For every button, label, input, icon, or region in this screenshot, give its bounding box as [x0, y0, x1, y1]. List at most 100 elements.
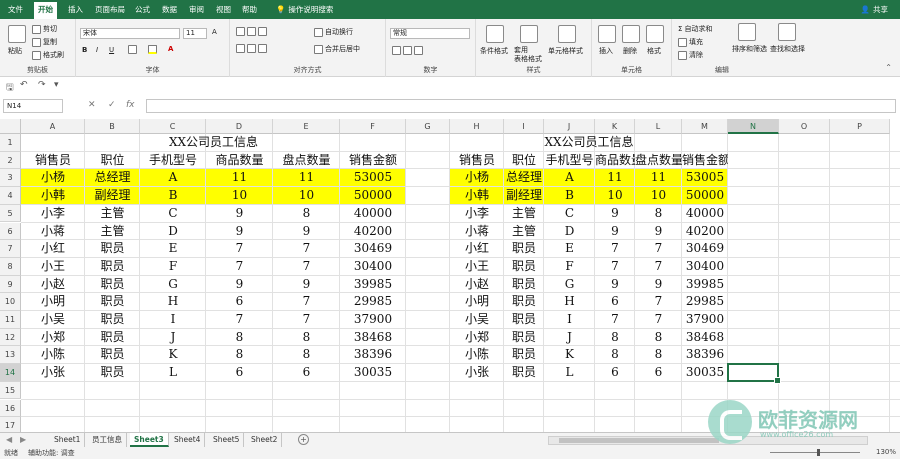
align-top-icon[interactable]	[236, 27, 267, 36]
currency-icon[interactable]	[392, 46, 423, 55]
column-title[interactable]: 销售员	[21, 152, 85, 170]
selected-cell[interactable]	[727, 363, 781, 384]
table-cell[interactable]: 9	[206, 205, 273, 223]
sheet-tab[interactable]: Sheet5	[209, 433, 245, 447]
table-cell[interactable]: 小红	[450, 240, 504, 258]
table-cell[interactable]: 9	[273, 223, 340, 241]
table-cell[interactable]: 主管	[85, 223, 140, 241]
column-header[interactable]: M	[682, 119, 728, 134]
table-cell[interactable]: 8	[595, 346, 635, 364]
table-cell[interactable]: 9	[595, 205, 635, 223]
save-icon[interactable]: 🖫	[6, 80, 14, 96]
table-cell[interactable]: 主管	[85, 205, 140, 223]
row-header[interactable]: 10	[0, 293, 21, 311]
insert-function-icon[interactable]: fx	[126, 100, 135, 110]
table-cell[interactable]: 主管	[504, 223, 544, 241]
table-cell[interactable]: 7	[273, 240, 340, 258]
table-cell[interactable]: 40200	[682, 223, 728, 241]
tab-review[interactable]: 审阅	[189, 4, 204, 15]
table-cell[interactable]: 小明	[21, 293, 85, 311]
table-cell[interactable]: D	[544, 223, 595, 241]
undo-icon[interactable]: ↶	[20, 80, 28, 90]
table-cell[interactable]: C	[140, 205, 206, 223]
column-title[interactable]: 职位	[504, 152, 544, 170]
table-cell[interactable]: 53005	[682, 169, 728, 187]
format-cells-icon[interactable]	[646, 25, 664, 43]
table-cell[interactable]: 38468	[682, 329, 728, 347]
tab-insert[interactable]: 插入	[68, 4, 83, 15]
row-header[interactable]: 11	[0, 311, 21, 329]
column-header[interactable]: I	[504, 119, 544, 134]
table-cell[interactable]: 职员	[85, 346, 140, 364]
table-cell[interactable]: D	[140, 223, 206, 241]
table-cell[interactable]: 38396	[340, 346, 406, 364]
table-cell[interactable]: 职员	[85, 364, 140, 382]
table-cell[interactable]: 6	[206, 293, 273, 311]
table-cell[interactable]: 小杨	[450, 169, 504, 187]
format-table-button[interactable]: 套用 表格格式	[514, 46, 542, 64]
table-cell[interactable]: 小韩	[450, 187, 504, 205]
sheet-tab[interactable]: Sheet1	[50, 433, 86, 447]
table-cell[interactable]: A	[140, 169, 206, 187]
table-cell[interactable]: 30035	[340, 364, 406, 382]
table-cell[interactable]: 9	[635, 276, 682, 294]
table-cell[interactable]: 7	[635, 293, 682, 311]
column-title[interactable]: 销售金额	[682, 152, 728, 170]
table-cell[interactable]: F	[544, 258, 595, 276]
table-cell[interactable]: 总经理	[504, 169, 544, 187]
table-cell[interactable]: 50000	[682, 187, 728, 205]
table-cell[interactable]: 职员	[504, 311, 544, 329]
table-cell[interactable]: 11	[273, 169, 340, 187]
clear-button[interactable]: 清除	[678, 50, 703, 60]
sheet-tab[interactable]: Sheet4	[170, 433, 206, 447]
table-cell[interactable]: 38396	[682, 346, 728, 364]
table-cell[interactable]: 40000	[682, 205, 728, 223]
row-header[interactable]: 1	[0, 134, 21, 152]
fill-button[interactable]: 填充	[678, 37, 703, 47]
fill-color-button[interactable]	[148, 45, 157, 54]
row-header[interactable]: 13	[0, 346, 21, 365]
column-header[interactable]: C	[140, 119, 206, 134]
table-cell[interactable]: 9	[635, 223, 682, 241]
column-header[interactable]: D	[206, 119, 273, 134]
table-cell[interactable]: 7	[206, 258, 273, 276]
row-header[interactable]: 4	[0, 187, 21, 205]
table-cell[interactable]: 小陈	[21, 346, 85, 364]
table-cell[interactable]: 副经理	[85, 187, 140, 205]
paste-button[interactable]: 粘贴	[8, 46, 22, 56]
row-header[interactable]: 12	[0, 328, 21, 347]
table-cell[interactable]: 9	[206, 223, 273, 241]
table-cell[interactable]: 7	[206, 240, 273, 258]
table-cell[interactable]: 10	[206, 187, 273, 205]
table-cell[interactable]: 10	[595, 187, 635, 205]
table-cell[interactable]: E	[140, 240, 206, 258]
font-size-select[interactable]: 11	[183, 28, 207, 39]
enter-icon[interactable]: ✓	[108, 100, 116, 110]
table-cell[interactable]: 7	[595, 311, 635, 329]
find-select-button[interactable]: 查找和选择	[770, 44, 805, 54]
table-cell[interactable]: 53005	[340, 169, 406, 187]
table-cell[interactable]: 小赵	[21, 276, 85, 294]
table-cell[interactable]: 职员	[85, 240, 140, 258]
table-cell[interactable]: 8	[273, 205, 340, 223]
table-title[interactable]: XX公司员工信息	[21, 134, 406, 152]
table-cell[interactable]: 29985	[340, 293, 406, 311]
delete-cells-button[interactable]: 删除	[623, 46, 637, 56]
table-cell[interactable]: 8	[206, 346, 273, 364]
table-cell[interactable]: 6	[595, 364, 635, 382]
column-title[interactable]: 商品数量	[595, 152, 635, 170]
sort-filter-button[interactable]: 排序和筛选	[732, 44, 767, 54]
column-title[interactable]: 盘点数量	[635, 152, 682, 170]
table-cell[interactable]: 8	[635, 205, 682, 223]
column-header[interactable]: H	[450, 119, 504, 134]
table-cell[interactable]: 40000	[340, 205, 406, 223]
delete-cells-icon[interactable]	[622, 25, 640, 43]
tab-data[interactable]: 数据	[162, 4, 177, 15]
table-cell[interactable]: 11	[635, 169, 682, 187]
scroll-thumb[interactable]	[559, 438, 719, 443]
table-cell[interactable]: 30469	[340, 240, 406, 258]
table-cell[interactable]: 9	[595, 276, 635, 294]
tab-file[interactable]: 文件	[8, 4, 23, 15]
row-header[interactable]: 8	[0, 257, 21, 276]
table-cell[interactable]: 6	[273, 364, 340, 382]
